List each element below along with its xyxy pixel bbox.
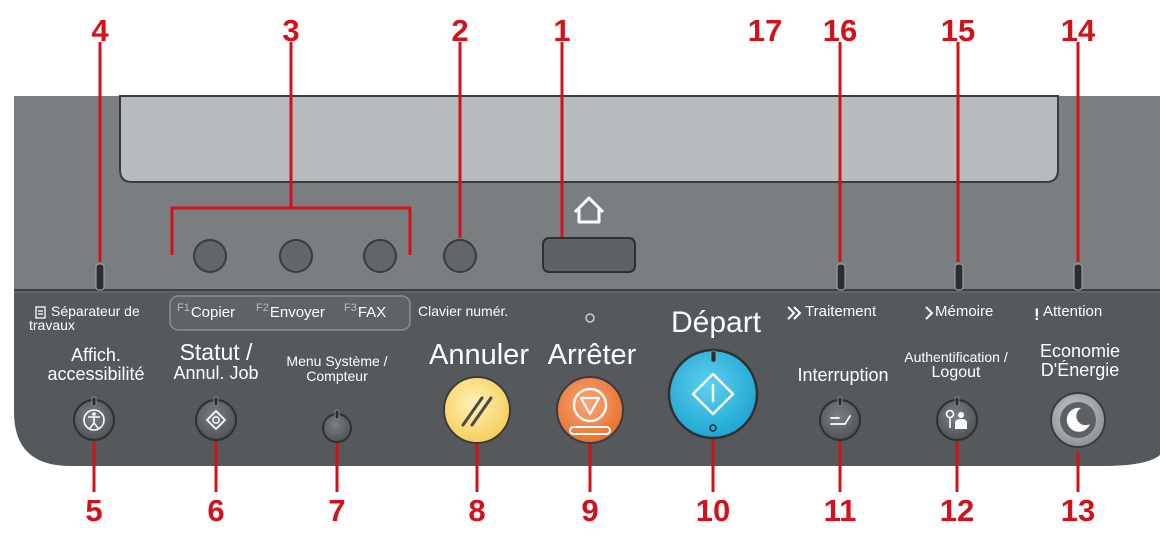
callout-16: 16 — [822, 13, 858, 48]
stop-label: Arrêter — [547, 339, 637, 371]
auth-label: Authentification / Logout — [904, 349, 1008, 381]
job-separator-indicator — [95, 263, 105, 291]
attention-indicator — [1073, 263, 1083, 291]
touch-screen — [119, 95, 1059, 183]
control-panel-diagram: ! 4 3 2 1 17 16 15 14 5 6 7 8 9 10 11 12… — [0, 0, 1160, 536]
f2-send-button — [279, 239, 313, 273]
attention-icon: ! — [1034, 305, 1040, 324]
f3-fax-button — [363, 239, 397, 273]
callout-10: 10 — [695, 493, 731, 528]
energy-saver-button — [1050, 392, 1106, 448]
system-menu-label: Menu Système / Compteur — [286, 353, 388, 384]
callout-11: 11 — [823, 493, 857, 528]
f2-label: F2Envoyer — [256, 302, 325, 321]
home-button — [542, 237, 636, 273]
processing-indicator — [836, 263, 846, 291]
f3-label: F3FAX — [344, 302, 387, 321]
job-separator-label-2: travaux — [29, 317, 75, 333]
accessibility-label: Affich. accessibilité — [47, 345, 145, 384]
interrupt-label: Interruption — [797, 365, 889, 385]
callout-14: 14 — [1060, 13, 1096, 48]
stop-button — [556, 376, 624, 444]
energy-saver-label: Economie D'Énergie — [1039, 341, 1121, 380]
callout-6: 6 — [207, 493, 225, 528]
callout-3: 3 — [282, 13, 300, 48]
attention-label: Attention — [1043, 303, 1103, 320]
f1-copy-button — [193, 239, 227, 273]
callout-5: 5 — [85, 493, 103, 528]
callout-9: 9 — [581, 493, 599, 528]
f1-label: F1Copier — [177, 302, 236, 321]
clear-button — [443, 376, 511, 444]
start-label: Départ — [670, 306, 762, 339]
processing-label: Traitement — [805, 303, 877, 320]
callout-8: 8 — [468, 493, 486, 528]
callout-13: 13 — [1060, 493, 1096, 528]
status-label: Statut / Annul. Job — [173, 339, 259, 384]
callout-2: 2 — [451, 13, 469, 48]
numeric-keypad-button — [443, 239, 477, 273]
callout-4: 4 — [91, 13, 109, 48]
callout-17: 17 — [747, 13, 783, 48]
keypad-label: Clavier numér. — [418, 303, 509, 319]
callout-1: 1 — [553, 13, 571, 48]
control-panel-illustration: ! — [14, 42, 1160, 492]
memory-label: Mémoire — [935, 303, 994, 320]
callout-12: 12 — [939, 493, 975, 528]
memory-indicator — [954, 263, 964, 291]
callout-15: 15 — [940, 13, 976, 48]
clear-label: Annuler — [429, 339, 529, 371]
callout-7: 7 — [328, 493, 346, 528]
start-button — [667, 348, 759, 440]
